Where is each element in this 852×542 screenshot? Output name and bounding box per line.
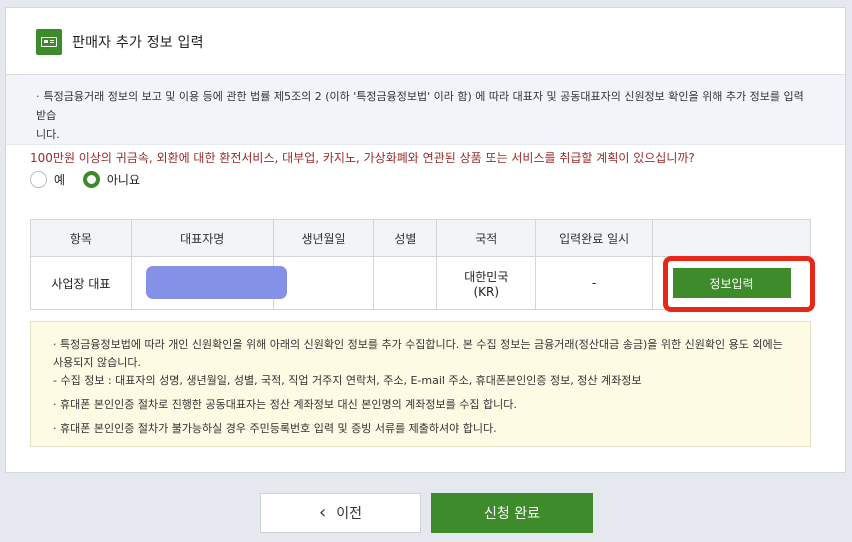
answer-radio-group: 예 아니요 [30, 171, 154, 191]
notice-text-line2: 니다. [36, 128, 60, 141]
submit-button[interactable]: 신청 완료 [431, 493, 593, 533]
guide-item: · 휴대폰 본인인증 절차가 불가능하실 경우 주민등록번호 입력 및 증빙 서… [53, 422, 497, 435]
col-header-birthdate: 생년월일 [272, 219, 375, 257]
prev-button[interactable]: ‹ 이전 [260, 493, 421, 533]
col-header-nationality: 국적 [436, 219, 537, 257]
radio-yes-label: 예 [54, 173, 66, 187]
col-header-action [652, 219, 811, 257]
guide-item: · 휴대폰 본인인증 절차로 진행한 공동대표자는 정산 계좌정보 대신 본인명… [53, 398, 517, 411]
radio-yes[interactable]: 예 [30, 171, 65, 188]
table-header-row: 항목 대표자명 생년월일 성별 국적 입력완료 일시 [30, 219, 811, 257]
col-header-completed-at: 입력완료 일시 [535, 219, 654, 257]
cell-category: 사업장 대표 [30, 256, 132, 310]
cell-nationality: 대한민국 (KR) [436, 256, 537, 310]
col-header-name: 대표자명 [130, 219, 274, 257]
radio-no[interactable]: 아니요 [82, 171, 140, 188]
notice-bullet: · [36, 90, 40, 103]
col-header-category: 항목 [30, 219, 132, 257]
radio-yes-circle[interactable] [30, 171, 47, 188]
legal-notice: · 특정금융거래 정보의 보고 및 이용 등에 관한 법률 제5조의 2 (이하 … [6, 75, 845, 145]
panel-header: 판매자 추가 정보 입력 [6, 8, 845, 75]
radio-no-label: 아니요 [106, 173, 140, 187]
chevron-left-icon: ‹ [319, 502, 327, 523]
nationality-name: 대한민국 [464, 269, 509, 284]
notice-text-line1: 특정금융거래 정보의 보고 및 이용 등에 관한 법률 제5조의 2 (이하 '… [36, 90, 804, 122]
guide-item-collected-info: - 수집 정보 : 대표자의 성명, 생년월일, 성별, 국적, 직업 거주지 … [53, 374, 642, 387]
business-question: 100만원 이상의 귀금속, 외환에 대한 환전서비스, 대부업, 카지노, 가… [30, 151, 695, 165]
info-guide: · 특정금융정보법에 따라 개인 신원확인을 위해 아래의 신원확인 정보를 추… [30, 321, 811, 447]
cell-gender [373, 256, 438, 310]
nationality-code: (KR) [473, 284, 500, 299]
redaction-bar [145, 266, 287, 299]
prev-button-label: 이전 [336, 506, 362, 522]
id-card-icon [36, 29, 62, 55]
page-title: 판매자 추가 정보 입력 [72, 35, 204, 51]
cell-birthdate [272, 256, 375, 310]
radio-no-circle[interactable] [82, 171, 100, 188]
highlight-frame [663, 256, 815, 312]
cell-name-redacted [130, 256, 287, 310]
cell-completed-at: - [535, 256, 654, 310]
guide-item: · 특정금융정보법에 따라 개인 신원확인을 위해 아래의 신원확인 정보를 추… [53, 338, 783, 369]
col-header-gender: 성별 [373, 219, 438, 257]
